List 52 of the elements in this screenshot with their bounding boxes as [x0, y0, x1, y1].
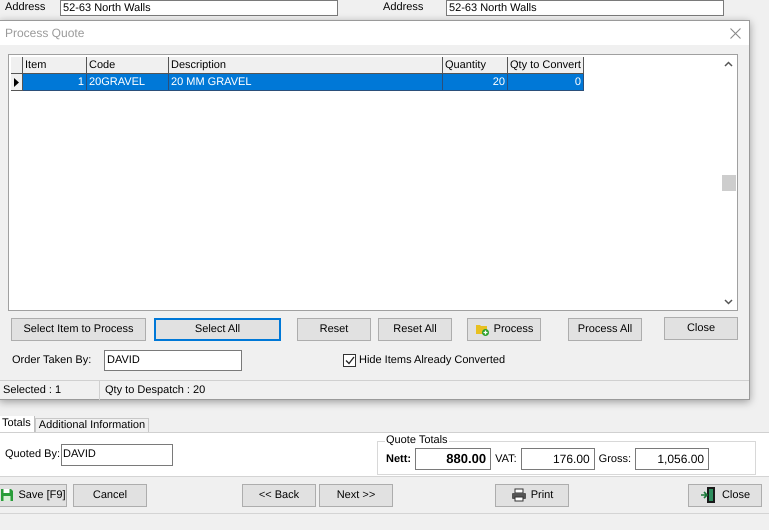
column-header[interactable]: Quantity: [443, 57, 508, 74]
button[interactable]: Select All: [154, 318, 281, 341]
tab[interactable]: Totals: [0, 416, 35, 432]
button[interactable]: Select Item to Process: [11, 318, 146, 341]
back-button[interactable]: << Back: [242, 484, 316, 506]
column-header[interactable]: Code: [87, 57, 169, 74]
quoted-by-field[interactable]: DAVID: [61, 444, 174, 466]
field-label: Order Taken By:: [12, 352, 92, 368]
table-cell: 20 MM GRAVEL: [169, 74, 443, 91]
field-label: Nett:: [386, 452, 412, 467]
table-cell: 20: [443, 74, 508, 91]
tab[interactable]: Additional Information: [34, 418, 150, 432]
total-field: 1,056.00: [635, 448, 710, 470]
table-cell: 0: [508, 74, 584, 91]
field-label: VAT:: [495, 452, 517, 467]
scroll-down-icon[interactable]: [724, 299, 733, 305]
hide-converted-checkbox[interactable]: [343, 354, 356, 366]
address-field[interactable]: 52-63 North Walls: [446, 0, 724, 16]
print-button[interactable]: Print: [495, 484, 569, 506]
cancel-button[interactable]: Cancel: [73, 484, 147, 506]
button[interactable]: Close: [664, 317, 738, 340]
table-cell: 1: [23, 74, 87, 91]
column-header[interactable]: Qty to Convert: [508, 57, 584, 74]
scroll-up-icon[interactable]: [724, 61, 733, 67]
total-field: 880.00: [415, 448, 492, 470]
printer-icon: [510, 488, 527, 502]
folder-add-icon: [474, 322, 490, 337]
door-exit-icon: [700, 486, 718, 504]
column-header[interactable]: Item: [23, 57, 87, 74]
button[interactable]: Process All: [568, 318, 642, 341]
button[interactable]: Reset All: [378, 318, 452, 341]
status-text: Selected : 1: [0, 380, 100, 400]
button[interactable]: Process: [467, 318, 541, 341]
group-title: Quote Totals: [385, 432, 449, 446]
field-label: Address: [382, 0, 424, 15]
address-field[interactable]: 52-63 North Walls: [60, 0, 338, 16]
close-button[interactable]: Close: [688, 484, 762, 506]
column-header[interactable]: Description: [169, 57, 443, 74]
button[interactable]: Reset: [297, 318, 371, 341]
total-field: 176.00: [520, 448, 595, 470]
field-label: Quoted By:: [5, 447, 60, 462]
order-taken-by-field[interactable]: DAVID: [104, 350, 242, 370]
status-text: Qty to Despatch : 20: [104, 382, 206, 398]
next-button[interactable]: Next >>: [319, 484, 393, 506]
table-cell: 20GRAVEL: [87, 74, 169, 91]
field-label: Gross:: [598, 452, 632, 467]
window-title: Process Quote: [5, 25, 84, 42]
close-icon[interactable]: [730, 28, 741, 38]
field-label: Address: [4, 0, 46, 15]
scroll-thumb[interactable]: [722, 175, 736, 191]
save-button[interactable]: Save [F9]: [0, 484, 67, 506]
checkbox-label: Hide Items Already Converted: [359, 352, 506, 368]
